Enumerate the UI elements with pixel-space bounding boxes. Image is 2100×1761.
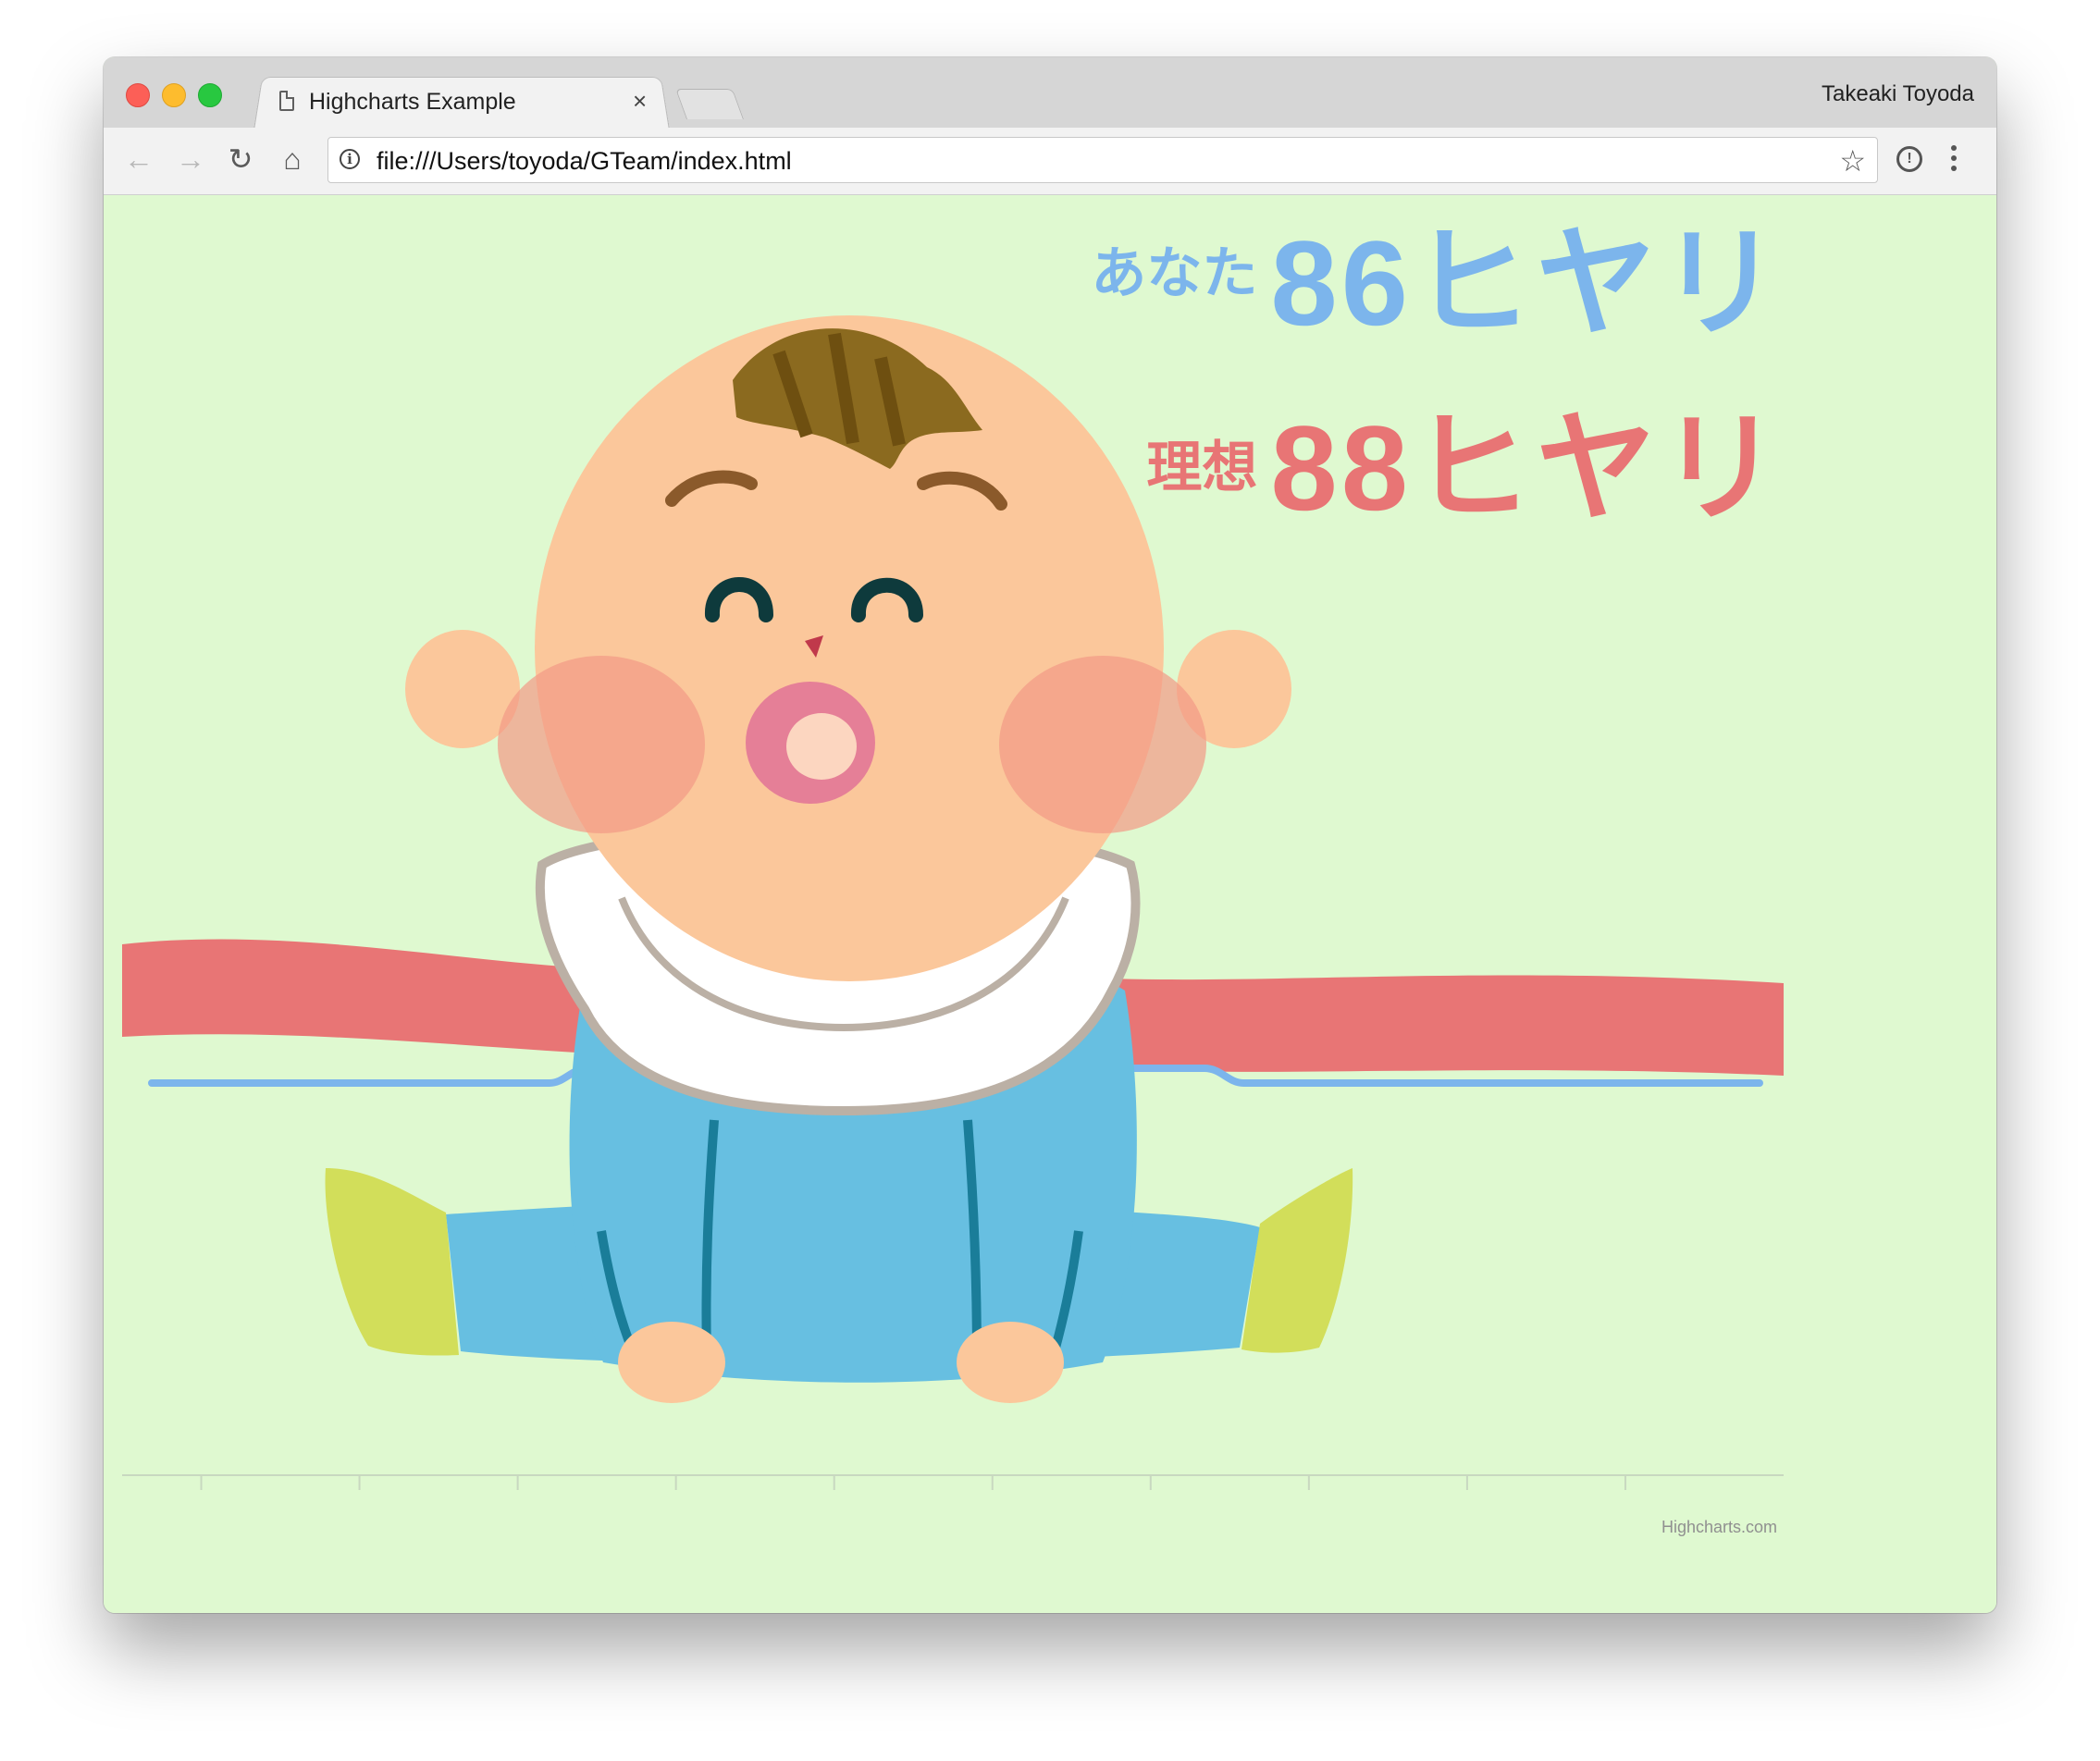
extension-icon[interactable]: ! — [1896, 146, 1922, 172]
score-ideal: 理想 88ヒヤリ — [1146, 408, 1784, 528]
page-content: あなた 86ヒヤリ 理想 88ヒヤリ Highcharts.com — [104, 195, 1996, 1613]
address-bar[interactable]: i file:///Users/toyoda/GTeam/index.html … — [327, 137, 1878, 183]
forward-arrow-icon[interactable]: → — [172, 141, 209, 178]
tab-close-icon[interactable]: × — [633, 87, 647, 116]
home-icon[interactable]: ⌂ — [274, 141, 311, 178]
score-ideal-value: 88ヒヤリ — [1270, 400, 1784, 536]
maximize-window-button[interactable] — [198, 83, 222, 107]
url-text[interactable]: file:///Users/toyoda/GTeam/index.html — [377, 147, 792, 176]
score-you-value: 86ヒヤリ — [1270, 216, 1784, 351]
score-ideal-label: 理想 — [1146, 437, 1258, 499]
tab-title: Highcharts Example — [309, 89, 516, 115]
bookmark-star-icon[interactable]: ☆ — [1839, 143, 1866, 179]
close-window-button[interactable] — [126, 83, 150, 107]
back-arrow-icon[interactable]: ← — [120, 141, 157, 178]
info-icon[interactable]: i — [340, 149, 360, 169]
menu-icon[interactable] — [1950, 142, 1958, 176]
tab-content[interactable]: Highcharts Example × — [259, 78, 666, 129]
score-you: あなた 86ヒヤリ — [1091, 223, 1784, 343]
page-icon — [279, 91, 294, 111]
profile-name[interactable]: Takeaki Toyoda — [1822, 81, 1974, 107]
minimize-window-button[interactable] — [162, 83, 186, 107]
x-axis-ticks — [200, 1475, 1626, 1490]
score-you-label: あなた — [1091, 242, 1258, 304]
highcharts-credit-link[interactable]: Highcharts.com — [1661, 1518, 1777, 1537]
reload-icon[interactable]: ↻ — [222, 141, 259, 178]
browser-toolbar: ← → ↻ ⌂ i file:///Users/toyoda/GTeam/ind… — [104, 128, 1996, 195]
title-bar: Highcharts Example × Takeaki Toyoda — [104, 57, 1996, 130]
new-tab-button[interactable] — [674, 89, 745, 119]
browser-window: Highcharts Example × Takeaki Toyoda ← → … — [104, 57, 1996, 1613]
